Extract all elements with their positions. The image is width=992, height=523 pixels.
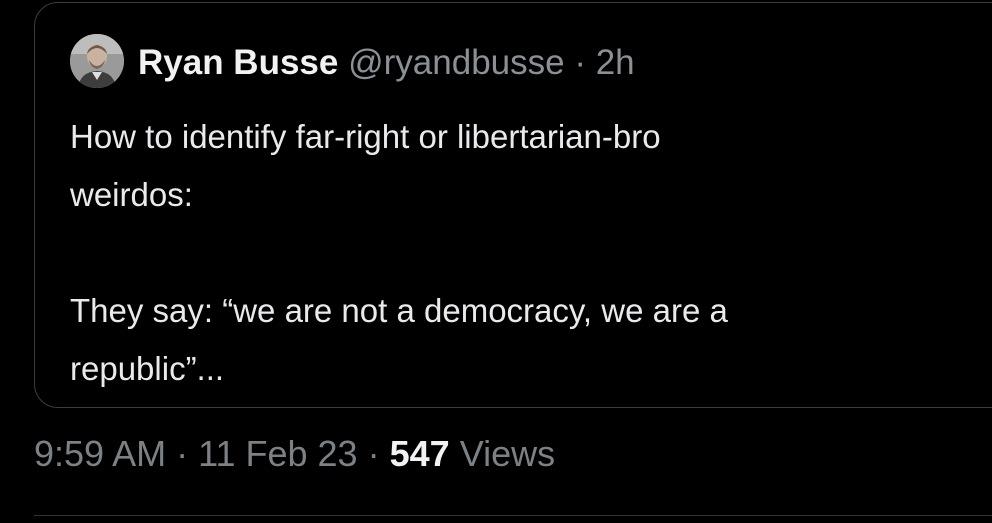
tweet-text-line: republic”... bbox=[70, 350, 225, 387]
views-label[interactable]: Views bbox=[460, 433, 555, 474]
avatar-photo-icon bbox=[70, 34, 124, 88]
meta-separator: · bbox=[176, 433, 189, 474]
tweet-text-line: They say: “we are not a democracy, we ar… bbox=[70, 292, 728, 329]
tweet-date[interactable]: 11 Feb 23 bbox=[198, 433, 357, 474]
tweet-text-line: weirdos: bbox=[70, 176, 193, 213]
avatar[interactable] bbox=[70, 34, 124, 88]
tweet-text-line: How to identify far-right or libertarian… bbox=[70, 118, 661, 155]
quoted-tweet-text: How to identify far-right or libertarian… bbox=[70, 108, 950, 398]
author-separator: · bbox=[574, 43, 586, 82]
author-name[interactable]: Ryan Busse bbox=[138, 43, 338, 82]
tweet-meta: 9:59 AM · 11 Feb 23 · 547 Views bbox=[34, 430, 555, 478]
author-line: Ryan Busse @ryandbusse · 2h bbox=[138, 40, 635, 86]
tweet-time[interactable]: 9:59 AM bbox=[34, 433, 166, 474]
relative-timestamp[interactable]: 2h bbox=[596, 43, 635, 82]
meta-separator: · bbox=[367, 433, 380, 474]
views-count[interactable]: 547 bbox=[390, 433, 450, 474]
author-handle[interactable]: @ryandbusse bbox=[348, 43, 564, 82]
divider bbox=[34, 515, 992, 516]
